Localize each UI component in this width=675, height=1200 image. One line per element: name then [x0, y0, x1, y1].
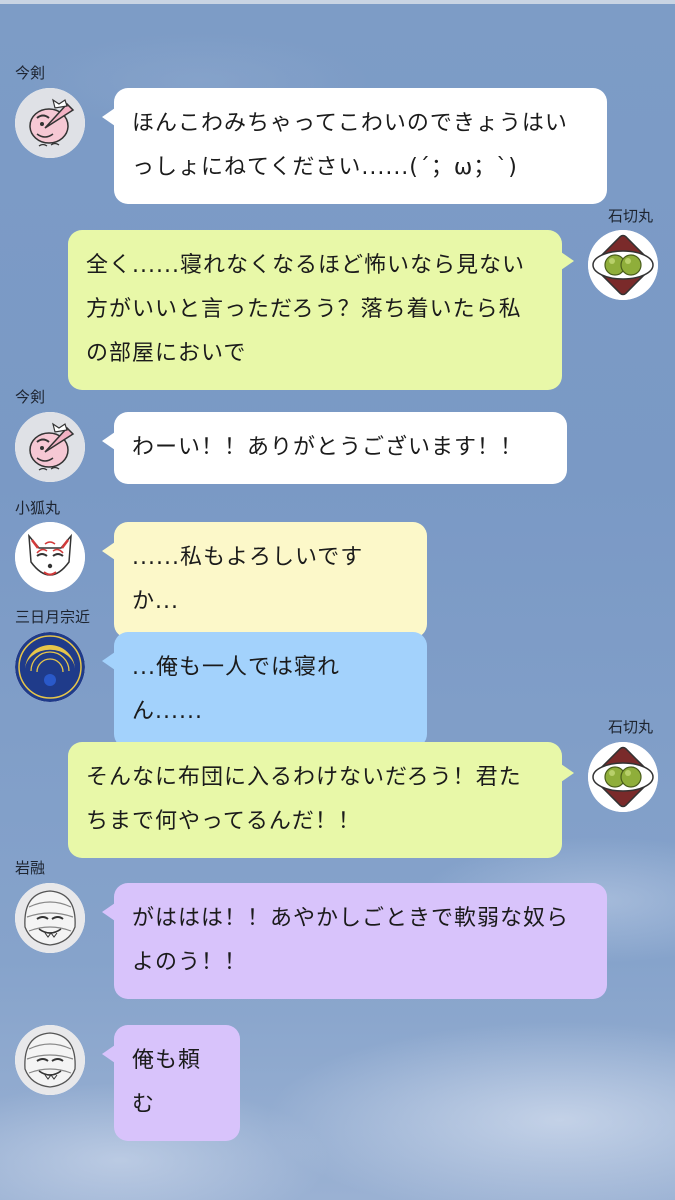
dango-plate-icon[interactable]	[588, 230, 658, 300]
hooded-monk-icon[interactable]	[15, 883, 85, 953]
message-bubble[interactable]: ...俺も一人では寝れん......	[102, 632, 427, 748]
message-bubble[interactable]: ......私もよろしいですか...	[102, 522, 427, 638]
sender-name: 石切丸	[608, 207, 654, 225]
dango-plate-icon[interactable]	[588, 742, 658, 812]
sender-name: 石切丸	[608, 718, 654, 736]
sender-name: 岩融	[15, 859, 46, 877]
sender-name: 三日月宗近	[15, 608, 91, 626]
crescent-crest-icon[interactable]	[15, 632, 85, 702]
message-bubble[interactable]: 全く......寝れなくなるほど怖いなら見ない方がいいと言っただろう？落ち着いた…	[68, 230, 574, 390]
message-bubble[interactable]: 俺も頼む	[102, 1025, 240, 1141]
hooded-monk-icon[interactable]	[15, 1025, 85, 1095]
sender-name: 小狐丸	[15, 499, 61, 517]
tengu-mask-icon[interactable]	[15, 88, 85, 158]
tengu-mask-icon[interactable]	[15, 412, 85, 482]
sender-name: 今剣	[15, 388, 46, 406]
message-bubble[interactable]: わーい！！ありがとうございます！！	[102, 412, 567, 484]
message-bubble[interactable]: がははは！！あやかしごときで軟弱な奴らよのう！！	[102, 883, 607, 999]
message-bubble[interactable]: ほんこわみちゃってこわいのできょうはいっしょにねてください......(´；ω；…	[102, 88, 607, 204]
top-edge	[0, 0, 675, 4]
message-bubble[interactable]: そんなに布団に入るわけないだろう！君たちまで何やってるんだ！！	[68, 742, 574, 858]
fox-mask-icon[interactable]	[15, 522, 85, 592]
sender-name: 今剣	[15, 64, 46, 82]
